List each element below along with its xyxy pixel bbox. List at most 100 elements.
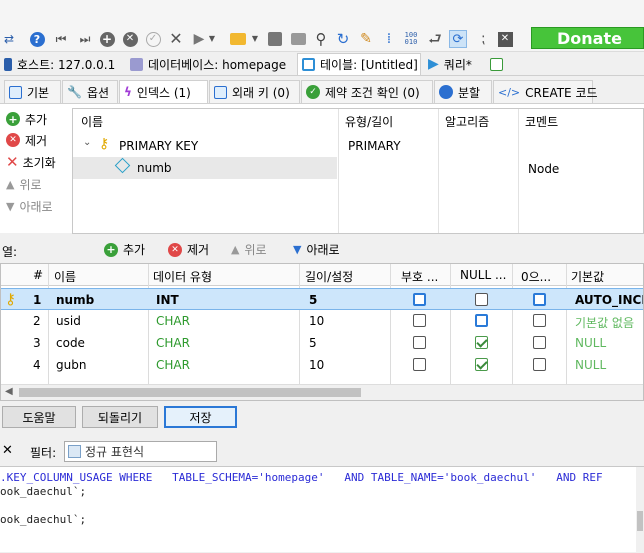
column-default[interactable]: AUTO_INCREMENT	[575, 293, 643, 307]
tab-partitions[interactable]: 분할	[434, 80, 492, 104]
unsigned-checkbox[interactable]	[413, 336, 426, 349]
column-length[interactable]: 10	[309, 314, 324, 328]
column-length[interactable]: 10	[309, 358, 324, 372]
scrollbar-thumb[interactable]	[637, 511, 643, 531]
revert-button[interactable]: 되돌리기	[82, 406, 158, 428]
scrollbar-thumb[interactable]	[19, 388, 361, 397]
tab-check-constraints[interactable]: ✓ 제약 조건 확인 (0)	[301, 80, 433, 104]
column-name[interactable]: code	[56, 336, 85, 350]
open-folder-icon[interactable]	[229, 30, 247, 48]
column-length[interactable]: 5	[309, 293, 317, 307]
index-row-field[interactable]: numb	[73, 157, 337, 179]
horizontal-scrollbar[interactable]: ◀	[1, 384, 643, 400]
wrap-icon[interactable]: ⮐	[426, 30, 444, 48]
index-up-button[interactable]: ▲ 위로	[6, 174, 42, 194]
column-name[interactable]: numb	[56, 293, 94, 307]
zerofill-checkbox[interactable]	[533, 293, 546, 306]
binary-icon[interactable]: 100 010	[402, 30, 420, 48]
save-button[interactable]: 저장	[164, 406, 237, 428]
column-down-button[interactable]: ▼ 아래로	[293, 241, 340, 258]
null-checkbox[interactable]	[475, 358, 488, 371]
unsigned-checkbox[interactable]	[413, 293, 426, 306]
filter-input[interactable]: 정규 표현식	[64, 441, 217, 462]
null-checkbox[interactable]	[475, 314, 488, 327]
divider	[338, 109, 339, 233]
zerofill-checkbox[interactable]	[533, 358, 546, 371]
field-icon	[114, 157, 131, 174]
format-icon[interactable]: ⟳	[449, 30, 467, 48]
close-filter-icon[interactable]: ✕	[2, 443, 13, 458]
refresh-icon[interactable]: ↻	[334, 30, 352, 48]
tab-query[interactable]: ▶ 쿼리*	[424, 53, 482, 75]
delete-record-icon[interactable]: ✕	[121, 30, 139, 48]
folder-dropdown-icon[interactable]: ▼	[250, 30, 260, 48]
print-icon[interactable]	[289, 30, 307, 48]
code-icon: </>	[498, 85, 521, 99]
table-row[interactable]: 4 gubn CHAR 10 NULL	[1, 354, 643, 376]
table-row[interactable]: 3 code CHAR 5 NULL	[1, 332, 643, 354]
filter-label: 필터:	[30, 446, 57, 460]
index-down-button[interactable]: ▼ 아래로	[6, 196, 53, 216]
index-remove-button[interactable]: ✕ 제거	[6, 130, 47, 150]
column-name[interactable]: gubn	[56, 358, 86, 372]
column-up-button[interactable]: ▲ 위로	[231, 241, 267, 258]
tab-database[interactable]: 데이터베이스: homepage	[126, 53, 294, 75]
unsigned-checkbox[interactable]	[413, 314, 426, 327]
arrow-down-icon: ▼	[293, 243, 302, 256]
tab-foreign-keys[interactable]: 외래 키 (0)	[209, 80, 300, 104]
column-add-button[interactable]: + 추가	[104, 241, 145, 258]
window-top	[0, 0, 644, 26]
tab-indexes[interactable]: ϟ 인덱스 (1)	[119, 80, 208, 104]
index-add-button[interactable]: + 추가	[6, 109, 47, 129]
sql-log[interactable]: .KEY_COLUMN_USAGE WHERE TABLE_SCHEMA='ho…	[0, 466, 644, 553]
add-record-icon[interactable]: +	[98, 30, 116, 48]
column-type[interactable]: CHAR	[156, 358, 190, 372]
index-reset-button[interactable]: ✕ 초기화	[6, 152, 56, 172]
new-query-tab-button[interactable]	[486, 53, 508, 75]
zerofill-checkbox[interactable]	[533, 336, 546, 349]
table-row[interactable]: 2 usid CHAR 10 기본값 없음	[1, 310, 643, 332]
unsigned-checkbox[interactable]	[413, 358, 426, 371]
find-icon[interactable]: ⚲	[312, 30, 330, 48]
close-tab-icon[interactable]: ✕	[496, 30, 514, 48]
first-record-icon[interactable]: ⏮	[52, 30, 70, 48]
tab-options[interactable]: 🔧 옵션	[62, 80, 118, 104]
bracket-icon[interactable]: ⁞	[380, 30, 398, 48]
null-checkbox[interactable]	[475, 293, 488, 306]
column-default[interactable]: NULL	[575, 358, 606, 372]
null-checkbox[interactable]	[475, 336, 488, 349]
cancel-icon[interactable]: ✕	[167, 30, 185, 48]
table-row[interactable]: ⚷ 1 numb INT 5 AUTO_INCREMENT	[1, 288, 643, 310]
zerofill-checkbox[interactable]	[533, 314, 546, 327]
row-num: 1	[33, 293, 42, 307]
vertical-scrollbar[interactable]	[636, 467, 644, 553]
tab-table[interactable]: 테이블: [Untitled]	[297, 53, 421, 75]
index-row-primary[interactable]: ⌄ ⚷ PRIMARY KEY PRIMARY	[73, 135, 643, 155]
tab-host[interactable]: 호스트: 127.0.0.1	[0, 53, 122, 75]
column-default[interactable]: NULL	[575, 336, 606, 350]
comment-icon[interactable]: ⁏	[474, 30, 492, 48]
last-record-icon[interactable]: ⏭	[76, 30, 94, 48]
swap-icon[interactable]: ⇄	[0, 30, 18, 48]
save-icon[interactable]	[266, 30, 284, 48]
tab-basic[interactable]: 기본	[4, 80, 61, 104]
column-default[interactable]: 기본값 없음	[575, 314, 634, 331]
column-length[interactable]: 5	[309, 336, 317, 350]
column-name[interactable]: usid	[56, 314, 81, 328]
apply-icon[interactable]: ✓	[144, 30, 162, 48]
column-type[interactable]: CHAR	[156, 314, 190, 328]
new-tab-icon	[490, 57, 503, 71]
run-icon[interactable]: ▶	[190, 30, 208, 48]
index-header-algorithm: 알고리즘	[445, 115, 490, 129]
help-icon[interactable]: ?	[28, 30, 46, 48]
help-button[interactable]: 도움말	[2, 406, 76, 428]
partition-icon	[439, 85, 453, 99]
donate-button[interactable]: Donate	[531, 27, 644, 49]
run-dropdown-icon[interactable]: ▼	[207, 30, 217, 48]
tab-create-code[interactable]: </> CREATE 코드	[493, 80, 598, 104]
column-type[interactable]: INT	[156, 293, 179, 307]
clean-icon[interactable]: ✎	[357, 30, 375, 48]
column-type[interactable]: CHAR	[156, 336, 190, 350]
column-remove-button[interactable]: ✕ 제거	[168, 241, 209, 258]
scroll-left-icon[interactable]: ◀	[5, 386, 13, 397]
